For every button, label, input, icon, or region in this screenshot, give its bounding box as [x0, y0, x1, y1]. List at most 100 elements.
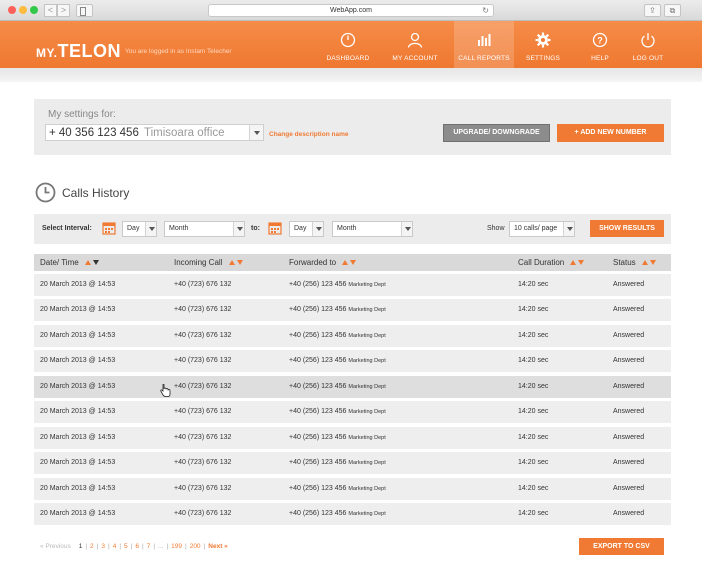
cell-status-text: Answered: [613, 357, 645, 365]
nav-my-account[interactable]: MY ACCOUNT: [385, 21, 445, 68]
nav-call-reports[interactable]: CALL REPORTS: [454, 21, 514, 68]
gear-icon: [535, 32, 551, 48]
cell-duration-text: 14:20 sec: [518, 459, 549, 467]
cell-forwarded: +40 (256) 123 456 Marketing Dept: [289, 332, 386, 339]
cell-date: 20 March 2013 @ 14:53: [40, 332, 115, 339]
cell-date: 20 March 2013 @ 14:53: [40, 383, 115, 390]
to-day-select[interactable]: Day: [289, 221, 324, 237]
cell-forwarded: +40 (256) 123 456 Marketing Dept: [289, 485, 386, 492]
dashboard-icon: [340, 32, 356, 48]
svg-text:?: ?: [597, 36, 603, 46]
show-results-button[interactable]: SHOW RESULTS: [590, 220, 664, 237]
cell-dept-text: Marketing Dept: [348, 282, 386, 288]
table-row[interactable]: 20 March 2013 @ 14:53 +40 (723) 676 132 +4…: [34, 299, 671, 322]
nav-log-out[interactable]: LOG OUT: [618, 21, 678, 68]
settings-label: My settings for:: [48, 109, 116, 120]
sort-icon[interactable]: [641, 258, 656, 267]
address-bar-url: WebApp.com: [330, 7, 372, 14]
from-month-select[interactable]: Month: [164, 221, 245, 237]
power-icon: [641, 33, 655, 48]
nav-settings[interactable]: SETTINGS: [513, 21, 573, 68]
cell-forwarded: +40 (256) 123 456 Marketing Dept: [289, 383, 386, 390]
zoom-window-button[interactable]: [30, 6, 38, 14]
back-button[interactable]: <: [44, 4, 57, 17]
page-link[interactable]: 2: [90, 543, 94, 550]
cell-duration-text: 14:20 sec: [518, 306, 549, 314]
column-header-label: Call Duration: [518, 258, 565, 267]
table-row[interactable]: 20 March 2013 @ 14:53 +40 (723) 676 132 +4…: [34, 274, 671, 296]
cell-forwarded: +40 (256) 123 456 Marketing Dept: [289, 459, 386, 466]
forward-button[interactable]: >: [57, 4, 70, 17]
per-page-select[interactable]: 10 calls/ page: [509, 221, 575, 237]
cell-status: Answered: [613, 408, 644, 415]
cell-status: Answered: [613, 459, 644, 466]
column-header-duration[interactable]: Call Duration: [518, 258, 585, 267]
page-link[interactable]: 200: [190, 543, 201, 550]
sort-icon[interactable]: [84, 258, 99, 267]
reload-icon[interactable]: ↻: [482, 5, 489, 17]
cell-date-text: 20 March 2013 @ 14:53: [40, 357, 116, 365]
table-row[interactable]: 20 March 2013 @ 14:53 +40 (723) 676 132 +4…: [34, 452, 671, 475]
minimize-window-button[interactable]: [19, 6, 27, 14]
sidebar-toggle-icon[interactable]: [76, 4, 93, 17]
cell-dept-text: Marketing Dept: [348, 485, 386, 492]
cell-date-text: 20 March 2013 @ 14:53: [40, 433, 116, 441]
page-link[interactable]: 1: [79, 543, 83, 550]
next-page-link[interactable]: Next »: [208, 543, 228, 550]
page-link[interactable]: 3: [101, 543, 105, 550]
cell-incoming: +40 (723) 676 132: [174, 408, 231, 415]
table-row[interactable]: 20 March 2013 @ 14:53 +40 (723) 676 132 +4…: [34, 401, 671, 424]
cell-incoming-text: +40 (723) 676 132: [174, 281, 232, 288]
bar-chart-icon: [478, 34, 491, 46]
page-link[interactable]: 4: [113, 543, 117, 550]
cell-incoming: +40 (723) 676 132: [174, 332, 231, 339]
page-link[interactable]: 5: [124, 543, 128, 550]
app-logo[interactable]: MY.TELON: [36, 41, 121, 62]
table-row[interactable]: 20 March 2013 @ 14:53 +40 (723) 676 132 +4…: [34, 426, 671, 449]
calendar-icon[interactable]: [102, 221, 116, 235]
show-label: Show: [487, 225, 505, 232]
table-row[interactable]: 20 March 2013 @ 14:53 +40 (723) 676 132 +4…: [34, 350, 671, 373]
table-body: 20 March 2013 @ 14:53 +40 (723) 676 132 +4…: [34, 274, 671, 525]
cell-date-text: 20 March 2013 @ 14:53: [40, 509, 116, 517]
share-icon[interactable]: ⇪: [644, 4, 661, 17]
calendar-icon[interactable]: [268, 221, 282, 235]
export-csv-button[interactable]: EXPORT TO CSV: [579, 538, 664, 555]
upgrade-downgrade-button[interactable]: UPGRADE/ DOWNGRADE: [443, 124, 550, 142]
column-header-date[interactable]: Date/ Time: [40, 258, 99, 267]
cell-forwarded: +40 (256) 123 456 Marketing Dept: [289, 510, 386, 517]
cell-duration: 14:20 sec: [518, 434, 548, 441]
table-row[interactable]: 20 March 2013 @ 14:53 +40 (723) 676 132 +4…: [34, 502, 671, 525]
page-link[interactable]: 6: [135, 543, 139, 550]
from-day-select[interactable]: Day: [122, 221, 157, 237]
column-header-forwarded[interactable]: Forwarded to: [289, 258, 357, 267]
phone-number-select[interactable]: + 40 356 123 456 Timisoara office: [45, 124, 264, 141]
tabs-overview-icon[interactable]: ⧉: [664, 4, 681, 17]
address-bar[interactable]: WebApp.com ↻: [208, 4, 494, 17]
table-row[interactable]: 20 March 2013 @ 14:53 +40 (723) 676 132 +4…: [34, 477, 671, 500]
previous-page-link[interactable]: « Previous: [40, 543, 71, 550]
chevron-down-icon: [563, 222, 574, 236]
close-window-button[interactable]: [8, 6, 16, 14]
chevron-down-icon: [401, 222, 412, 236]
selected-phone-description: Timisoara office: [144, 127, 225, 139]
change-description-link[interactable]: Change description name: [269, 131, 348, 138]
sort-icon[interactable]: [570, 258, 585, 267]
nav-dashboard[interactable]: DASHBOARD: [318, 21, 378, 68]
cell-duration: 14:20 sec: [518, 332, 548, 339]
to-month-select[interactable]: Month: [332, 221, 413, 237]
cell-status: Answered: [613, 281, 644, 288]
page-link[interactable]: 199: [171, 543, 182, 550]
cell-duration-text: 14:20 sec: [518, 509, 549, 517]
table-row[interactable]: 20 March 2013 @ 14:53 +40 (723) 676 132 +4…: [34, 375, 671, 398]
cell-duration: 14:20 sec: [518, 357, 548, 364]
column-header-status[interactable]: Status: [613, 258, 656, 267]
sort-icon[interactable]: [342, 258, 357, 267]
page-link[interactable]: 7: [147, 543, 151, 550]
add-new-number-button[interactable]: + ADD NEW NUMBER: [557, 124, 664, 142]
table-row[interactable]: 20 March 2013 @ 14:53 +40 (723) 676 132 +4…: [34, 324, 671, 347]
cell-status-text: Answered: [613, 459, 645, 467]
column-header-incoming[interactable]: Incoming Call: [174, 258, 243, 267]
sort-icon[interactable]: [228, 258, 243, 267]
cell-date: 20 March 2013 @ 14:53: [40, 357, 115, 364]
